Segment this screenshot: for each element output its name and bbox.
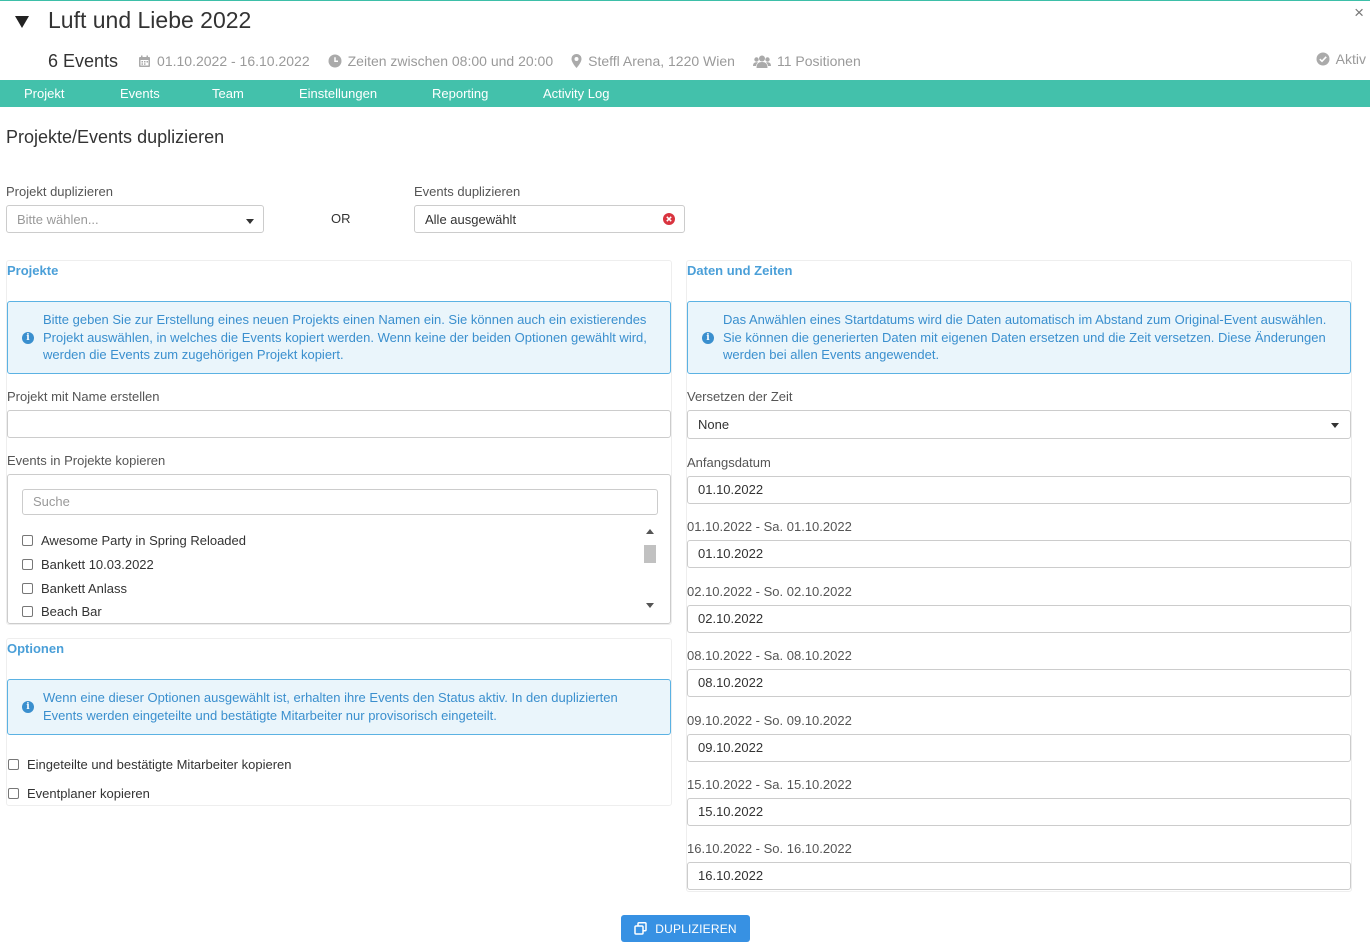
events-select-value: Alle ausgewählt	[425, 211, 517, 227]
checkbox[interactable]	[8, 759, 19, 770]
tab-projekt[interactable]: Projekt	[0, 80, 96, 107]
date-range: 01.10.2022 - 16.10.2022	[138, 53, 310, 69]
options-info-box: i Wenn eine dieser Optionen ausgewählt i…	[7, 679, 671, 735]
event-date-label: 15.10.2022 - Sa. 15.10.2022	[687, 777, 852, 792]
time-range-text: Zeiten zwischen 08:00 und 20:00	[347, 53, 554, 69]
list-item-label: Bankett 10.03.2022	[41, 557, 154, 572]
option-label: Eingeteilte und bestätigte Mitarbeiter k…	[27, 757, 292, 772]
tab-team[interactable]: Team	[188, 80, 275, 107]
scroll-up-icon[interactable]	[646, 529, 654, 534]
event-date-label: 02.10.2022 - So. 02.10.2022	[687, 584, 852, 599]
positions-text: 11 Positionen	[776, 53, 861, 69]
list-item[interactable]: Beach Bar	[22, 604, 102, 619]
events-select[interactable]: Alle ausgewählt	[414, 205, 685, 233]
project-select[interactable]: Bitte wählen...	[6, 205, 264, 233]
projects-info-box: i Bitte geben Sie zur Erstellung eines n…	[7, 301, 671, 374]
positions: 11 Positionen	[752, 53, 861, 69]
dates-info-box: i Das Anwählen eines Startdatums wird di…	[687, 301, 1351, 374]
events-duplicate-label: Events duplizieren	[414, 184, 521, 199]
info-icon: i	[22, 701, 34, 713]
copy-icon	[634, 922, 647, 935]
status-text: Aktiv	[1335, 51, 1366, 67]
duplicate-button[interactable]: DUPLIZIEREN	[621, 915, 750, 942]
checkbox[interactable]	[22, 559, 33, 570]
duplicate-button-label: DUPLIZIEREN	[655, 921, 737, 936]
projects-info-text: Bitte geben Sie zur Erstellung eines neu…	[43, 312, 647, 362]
list-item[interactable]: Awesome Party in Spring Reloaded	[22, 533, 246, 548]
info-icon: i	[702, 332, 714, 344]
times-circle-icon[interactable]	[663, 213, 675, 225]
scroll-thumb[interactable]	[644, 545, 656, 563]
project-meta: 6 Events 01.10.2022 - 16.10.2022 Zeiten …	[48, 49, 879, 73]
event-date-input[interactable]: 02.10.2022	[687, 605, 1351, 633]
close-icon[interactable]: ×	[1354, 4, 1364, 22]
chevron-down-icon	[1331, 423, 1339, 428]
create-project-label: Projekt mit Name erstellen	[7, 389, 160, 404]
checkbox[interactable]	[22, 583, 33, 594]
event-date-input[interactable]: 16.10.2022	[687, 862, 1351, 890]
create-project-input[interactable]	[7, 410, 671, 438]
users-icon	[752, 55, 771, 68]
shift-time-label: Versetzen der Zeit	[687, 389, 793, 404]
event-date-input[interactable]: 09.10.2022	[687, 734, 1351, 762]
or-label: OR	[331, 211, 351, 226]
check-circle-icon	[1316, 52, 1330, 66]
location: Steffl Arena, 1220 Wien	[571, 53, 735, 69]
location-text: Steffl Arena, 1220 Wien	[588, 53, 735, 69]
event-date-input[interactable]: 15.10.2022	[687, 798, 1351, 826]
scroll-down-icon[interactable]	[646, 603, 654, 608]
filter-icon[interactable]	[14, 14, 30, 30]
event-date-label: 01.10.2022 - Sa. 01.10.2022	[687, 519, 852, 534]
list-item[interactable]: Bankett 10.03.2022	[22, 557, 154, 572]
shift-time-select[interactable]: None	[687, 410, 1351, 439]
option-copy-staff[interactable]: Eingeteilte und bestätigte Mitarbeiter k…	[8, 757, 292, 772]
tab-reporting[interactable]: Reporting	[408, 80, 519, 107]
checkbox[interactable]	[8, 788, 19, 799]
chevron-down-icon	[246, 219, 254, 224]
map-marker-icon	[571, 54, 582, 68]
status-badge: Aktiv	[1316, 51, 1366, 67]
project-list-box: Suche Awesome Party in Spring Reloaded B…	[7, 474, 671, 624]
list-item[interactable]: Bankett Anlass	[22, 581, 127, 596]
dates-info-text: Das Anwählen eines Startdatums wird die …	[723, 312, 1327, 362]
option-copy-planner[interactable]: Eventplaner kopieren	[8, 786, 150, 801]
calendar-icon	[139, 55, 151, 67]
page-title: Projekte/Events duplizieren	[6, 127, 225, 147]
time-range: Zeiten zwischen 08:00 und 20:00	[328, 53, 553, 69]
tab-einstellungen[interactable]: Einstellungen	[275, 80, 408, 107]
event-date-label: 08.10.2022 - Sa. 08.10.2022	[687, 648, 852, 663]
events-count: 6 Events	[48, 50, 119, 71]
checkbox[interactable]	[22, 606, 33, 617]
list-item-label: Awesome Party in Spring Reloaded	[41, 533, 246, 548]
option-label: Eventplaner kopieren	[27, 786, 150, 801]
shift-time-value: None	[698, 417, 730, 432]
start-date-label: Anfangsdatum	[687, 455, 771, 470]
list-scrollbar[interactable]	[643, 525, 657, 613]
project-title: Luft und Liebe 2022	[48, 7, 252, 33]
nav-bar: Projekt Events Team Einstellungen Report…	[0, 80, 1370, 107]
event-date-label: 16.10.2022 - So. 16.10.2022	[687, 841, 852, 856]
project-duplicate-label: Projekt duplizieren	[6, 184, 113, 199]
project-select-placeholder: Bitte wählen...	[17, 211, 99, 227]
projects-panel-title: Projekte	[7, 263, 59, 278]
dates-panel-title: Daten und Zeiten	[687, 263, 793, 278]
options-info-text: Wenn eine dieser Optionen ausgewählt ist…	[43, 690, 618, 723]
start-date-input[interactable]: 01.10.2022	[687, 476, 1351, 504]
search-input[interactable]: Suche	[22, 489, 658, 515]
copy-events-label: Events in Projekte kopieren	[7, 453, 166, 468]
tab-activity-log[interactable]: Activity Log	[519, 80, 633, 107]
tab-events[interactable]: Events	[96, 80, 188, 107]
list-item-label: Beach Bar	[41, 604, 102, 619]
header: Luft und Liebe 2022 ×	[0, 1, 1370, 45]
clock-icon	[328, 54, 342, 68]
info-icon: i	[22, 332, 34, 344]
event-date-input[interactable]: 01.10.2022	[687, 540, 1351, 568]
event-date-input[interactable]: 08.10.2022	[687, 669, 1351, 697]
list-item-label: Bankett Anlass	[41, 581, 127, 596]
event-date-label: 09.10.2022 - So. 09.10.2022	[687, 713, 852, 728]
options-panel-title: Optionen	[7, 641, 65, 656]
date-range-text: 01.10.2022 - 16.10.2022	[157, 53, 310, 69]
checkbox[interactable]	[22, 535, 33, 546]
